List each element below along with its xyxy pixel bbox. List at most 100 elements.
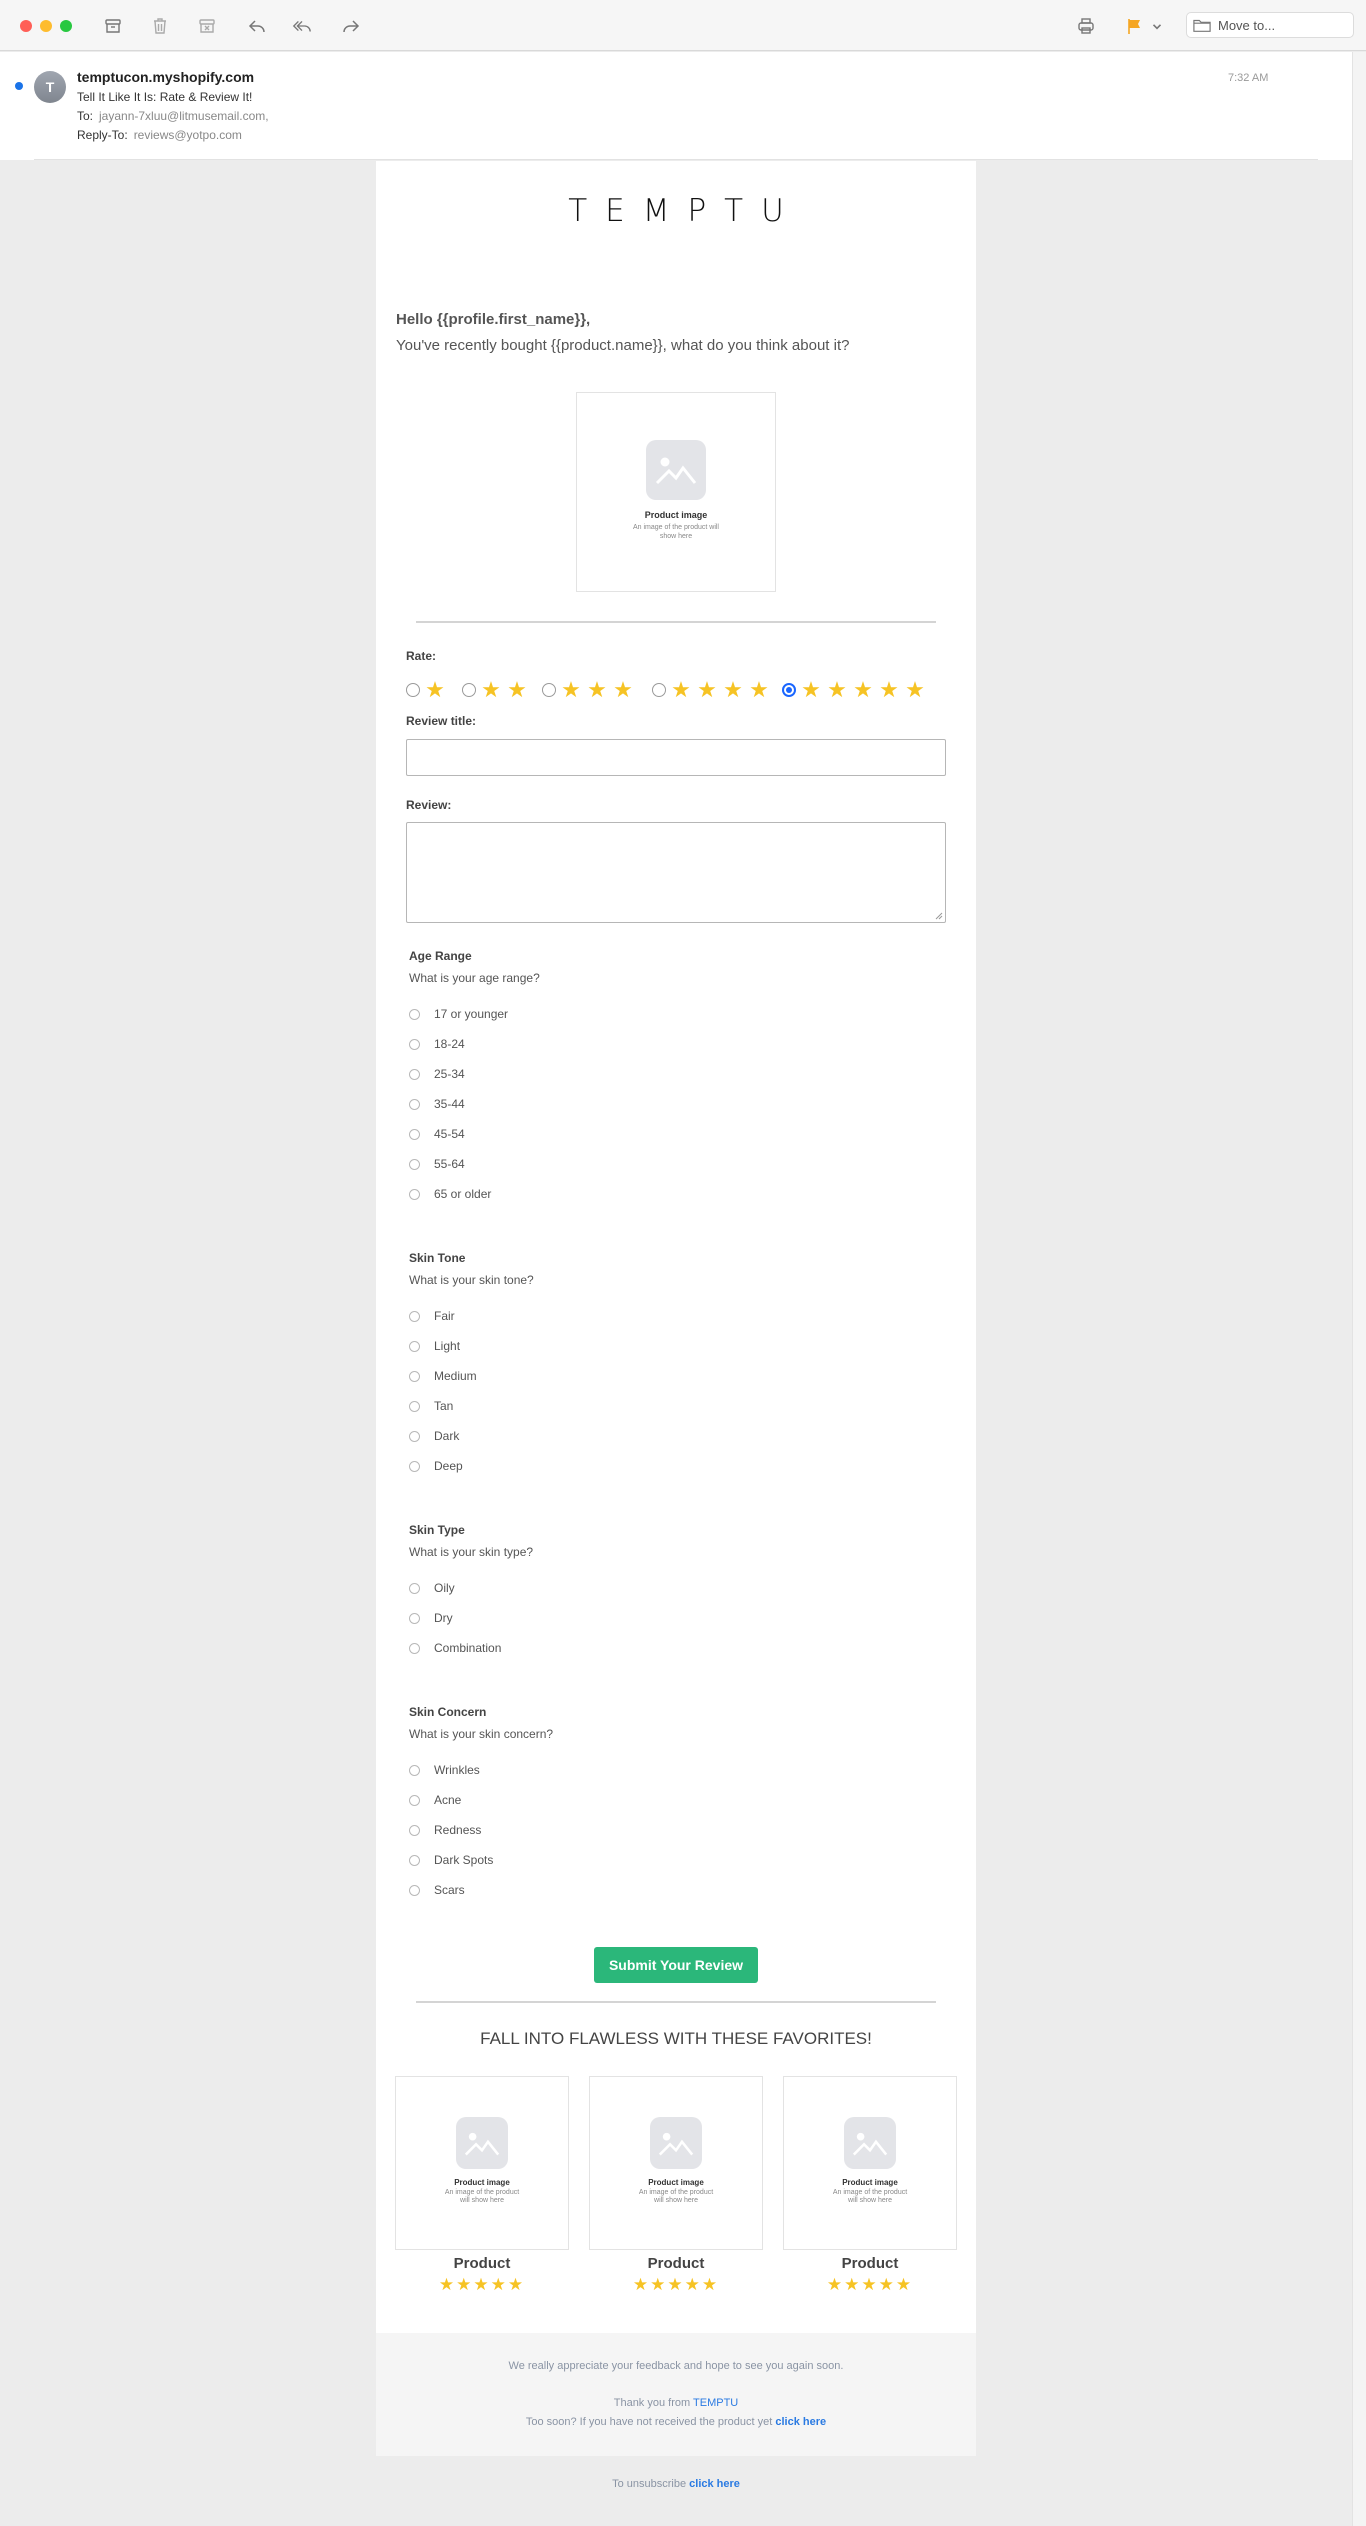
- answer-option[interactable]: Acne: [409, 1792, 461, 1808]
- brand-logo[interactable]: TEMPTU: [376, 193, 976, 229]
- answer-option[interactable]: Dark Spots: [409, 1852, 493, 1868]
- print-icon[interactable]: [1073, 13, 1099, 39]
- move-to-button[interactable]: Move to...: [1186, 12, 1354, 38]
- answer-option[interactable]: Combination: [409, 1640, 501, 1656]
- image-placeholder-icon: [646, 440, 706, 500]
- answer-option[interactable]: Dark: [409, 1428, 459, 1444]
- rating-option-5[interactable]: ★ ★ ★ ★ ★: [782, 678, 926, 702]
- rating-option-1[interactable]: ★: [406, 678, 446, 702]
- reply-all-icon[interactable]: [289, 13, 315, 39]
- window-zoom-button[interactable]: [60, 20, 72, 32]
- review-label: Review:: [406, 798, 452, 812]
- product-image-title: Product image: [644, 510, 708, 520]
- answer-option[interactable]: Oily: [409, 1580, 455, 1596]
- answer-option[interactable]: Wrinkles: [409, 1762, 480, 1778]
- answer-option[interactable]: 35-44: [409, 1096, 465, 1112]
- scrollbar[interactable]: [1352, 52, 1366, 2526]
- star-icon: ★: [507, 677, 527, 702]
- answer-radio[interactable]: [409, 1854, 420, 1866]
- answer-radio[interactable]: [409, 1884, 420, 1896]
- review-title-input[interactable]: [406, 739, 946, 776]
- answer-option[interactable]: Fair: [409, 1308, 455, 1324]
- answer-radio[interactable]: [409, 1340, 420, 1352]
- answer-option[interactable]: Redness: [409, 1822, 481, 1838]
- product-image-caption: An image of the product will show here: [444, 2189, 520, 2204]
- window-close-button[interactable]: [20, 20, 32, 32]
- junk-icon[interactable]: [194, 13, 220, 39]
- rating-option-2[interactable]: ★ ★: [462, 678, 528, 702]
- answer-radio[interactable]: [409, 1430, 420, 1442]
- answer-radio[interactable]: [409, 1098, 420, 1110]
- rating-option-3[interactable]: ★ ★ ★: [542, 678, 634, 702]
- archive-icon[interactable]: [100, 13, 126, 39]
- chevron-down-icon[interactable]: [1150, 13, 1164, 39]
- product-name[interactable]: Product: [784, 2255, 956, 2272]
- answer-option[interactable]: Scars: [409, 1882, 465, 1898]
- answer-option[interactable]: 18-24: [409, 1036, 465, 1052]
- rating-radio[interactable]: [462, 683, 476, 697]
- to-address[interactable]: jayann-7xluu@litmusemail.com,: [99, 109, 269, 123]
- answer-radio[interactable]: [409, 1794, 420, 1806]
- thanks-line: Thank you from TEMPTU: [376, 2397, 976, 2409]
- window-minimize-button[interactable]: [40, 20, 52, 32]
- rating-radio[interactable]: [542, 683, 556, 697]
- answer-radio[interactable]: [409, 1460, 420, 1472]
- image-placeholder-icon: [650, 2117, 702, 2169]
- rating-radio[interactable]: [652, 683, 666, 697]
- answer-radio[interactable]: [409, 1642, 420, 1654]
- answer-option[interactable]: 65 or older: [409, 1186, 491, 1202]
- answer-option[interactable]: Tan: [409, 1398, 453, 1414]
- answer-radio[interactable]: [409, 1128, 420, 1140]
- recommended-product-image[interactable]: Product image An image of the product wil…: [783, 2076, 957, 2250]
- answer-radio[interactable]: [409, 1582, 420, 1594]
- answer-option[interactable]: Dry: [409, 1610, 453, 1626]
- sender-name[interactable]: temptucon.myshopify.com: [77, 69, 254, 85]
- question-prompt: What is your skin tone?: [409, 1273, 534, 1287]
- trash-icon[interactable]: [147, 13, 173, 39]
- rating-radio[interactable]: [406, 683, 420, 697]
- answer-label: Dark Spots: [434, 1853, 494, 1867]
- answer-label: Combination: [434, 1641, 502, 1655]
- submit-review-button[interactable]: Submit Your Review: [594, 1947, 758, 1983]
- not-received-link[interactable]: click here: [775, 2416, 826, 2428]
- star-icon: ★: [879, 677, 899, 702]
- answer-option[interactable]: Medium: [409, 1368, 477, 1384]
- answer-radio[interactable]: [409, 1008, 420, 1020]
- flag-icon[interactable]: [1121, 13, 1147, 39]
- forward-icon[interactable]: [338, 13, 364, 39]
- unsubscribe-prefix: To unsubscribe: [612, 2478, 687, 2490]
- recommended-product-image[interactable]: Product image An image of the product wil…: [589, 2076, 763, 2250]
- answer-option[interactable]: Deep: [409, 1458, 463, 1474]
- answer-radio[interactable]: [409, 1764, 420, 1776]
- review-title-label: Review title:: [406, 714, 477, 728]
- question-prompt: What is your skin type?: [409, 1545, 534, 1559]
- review-textarea[interactable]: [406, 822, 946, 923]
- resize-handle-icon[interactable]: [935, 912, 943, 920]
- answer-label: 18-24: [434, 1037, 465, 1051]
- answer-radio[interactable]: [409, 1158, 420, 1170]
- recommended-product-image[interactable]: Product image An image of the product wil…: [395, 2076, 569, 2250]
- answer-radio[interactable]: [409, 1310, 420, 1322]
- answer-radio[interactable]: [409, 1188, 420, 1200]
- answer-radio[interactable]: [409, 1370, 420, 1382]
- answer-radio[interactable]: [409, 1400, 420, 1412]
- answer-option[interactable]: 25-34: [409, 1066, 465, 1082]
- star-icon: ★: [853, 677, 873, 702]
- answer-radio[interactable]: [409, 1824, 420, 1836]
- answer-radio[interactable]: [409, 1068, 420, 1080]
- unsubscribe-link[interactable]: click here: [689, 2478, 740, 2490]
- answer-option[interactable]: 17 or younger: [409, 1006, 508, 1022]
- rating-radio[interactable]: [782, 683, 796, 697]
- answer-option[interactable]: 45-54: [409, 1126, 465, 1142]
- answer-option[interactable]: 55-64: [409, 1156, 465, 1172]
- product-name[interactable]: Product: [396, 2255, 568, 2272]
- reply-to-address[interactable]: reviews@yotpo.com: [134, 128, 242, 142]
- answer-radio[interactable]: [409, 1612, 420, 1624]
- rating-option-4[interactable]: ★ ★ ★ ★: [652, 678, 770, 702]
- thanks-brand-link[interactable]: TEMPTU: [693, 2397, 738, 2409]
- reply-icon[interactable]: [244, 13, 270, 39]
- answer-radio[interactable]: [409, 1038, 420, 1050]
- product-name[interactable]: Product: [590, 2255, 762, 2272]
- answer-option[interactable]: Light: [409, 1338, 460, 1354]
- image-placeholder-icon: [456, 2117, 508, 2169]
